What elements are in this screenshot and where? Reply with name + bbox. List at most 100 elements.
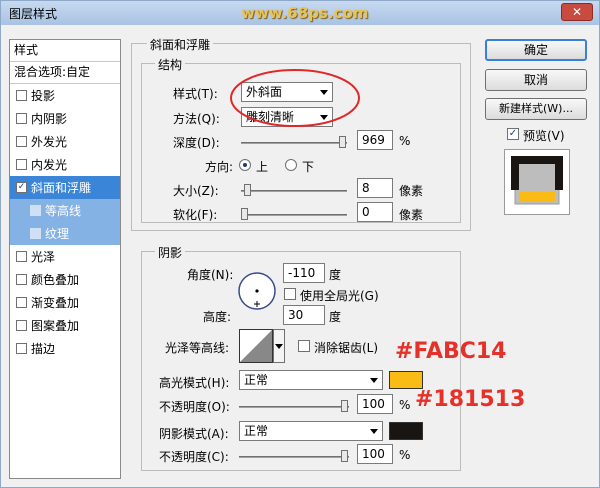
style-item[interactable]: 投影: [10, 84, 120, 107]
highlight-ellipse: [230, 69, 360, 127]
style-item-label: 投影: [31, 88, 56, 103]
antialias-checkbox[interactable]: [298, 340, 310, 352]
gloss-contour-preview[interactable]: [239, 329, 273, 363]
slider-thumb[interactable]: [341, 400, 348, 412]
style-item[interactable]: 外发光: [10, 130, 120, 153]
technique-label: 方法(Q):: [173, 112, 220, 126]
depth-input[interactable]: 969: [357, 130, 393, 150]
style-item-label: 斜面和浮雕: [31, 180, 92, 195]
style-item-label: 描边: [31, 341, 56, 356]
global-light-label: 使用全局光(G): [300, 289, 379, 303]
shadow-opacity-slider[interactable]: [239, 450, 349, 462]
style-item[interactable]: 渐变叠加: [10, 291, 120, 314]
direction-up-radio[interactable]: [239, 159, 251, 171]
depth-unit: %: [399, 134, 411, 148]
direction-down-radio[interactable]: [285, 159, 297, 171]
highlight-opacity-slider[interactable]: [239, 400, 349, 412]
style-item-checkbox[interactable]: [16, 343, 27, 354]
style-item-checkbox[interactable]: [16, 113, 27, 124]
slider-thumb[interactable]: [241, 208, 248, 220]
soften-input[interactable]: 0: [357, 202, 393, 222]
styles-header[interactable]: 样式: [10, 40, 120, 62]
soften-label: 软化(F):: [173, 208, 218, 222]
preview-checkbox[interactable]: ✓: [507, 128, 519, 140]
highlight-mode-label: 高光模式(H):: [159, 376, 230, 390]
style-item[interactable]: 纹理: [10, 222, 120, 245]
style-item-label: 颜色叠加: [31, 272, 80, 287]
style-preview-box: [504, 149, 570, 215]
highlight-mode-dropdown[interactable]: 正常: [239, 370, 383, 390]
style-item[interactable]: 颜色叠加: [10, 268, 120, 291]
preview-label: 预览(V): [523, 129, 565, 143]
altitude-label: 高度:: [203, 310, 232, 324]
blending-options-item[interactable]: 混合选项:自定: [10, 62, 120, 84]
angle-label: 角度(N):: [187, 268, 234, 282]
direction-down-label: 下: [302, 160, 315, 174]
style-item-checkbox[interactable]: [16, 251, 27, 262]
new-style-button[interactable]: 新建样式(W)...: [485, 98, 587, 120]
slider-thumb[interactable]: [341, 450, 348, 462]
slider-thumb[interactable]: [243, 184, 251, 196]
direction-up-label: 上: [256, 160, 269, 174]
gloss-contour-label: 光泽等高线:: [165, 341, 230, 355]
size-input[interactable]: 8: [357, 178, 393, 198]
ok-button[interactable]: 确定: [485, 39, 587, 61]
highlight-mode-value: 正常: [244, 373, 269, 387]
soften-slider[interactable]: [241, 208, 347, 220]
highlight-opacity-input[interactable]: 100: [357, 394, 393, 414]
style-item-label: 等高线: [45, 203, 82, 218]
cancel-button[interactable]: 取消: [485, 69, 587, 91]
style-preview-thumbnail: [511, 156, 563, 205]
bevel-emboss-title: 斜面和浮雕: [147, 36, 214, 53]
angle-dial[interactable]: [237, 271, 277, 311]
size-label: 大小(Z):: [173, 184, 219, 198]
close-button[interactable]: ✕: [561, 3, 593, 21]
global-light-checkbox[interactable]: [284, 288, 296, 300]
style-item-checkbox[interactable]: [16, 136, 27, 147]
shadow-mode-dropdown[interactable]: 正常: [239, 421, 383, 441]
window-title: 图层样式: [9, 7, 58, 21]
shadow-mode-value: 正常: [244, 424, 269, 438]
style-item-label: 内阴影: [31, 111, 68, 126]
highlight-opacity-label: 不透明度(O):: [159, 400, 230, 414]
size-slider[interactable]: [241, 184, 347, 196]
watermark-text: www.68ps.com: [241, 4, 369, 22]
chevron-down-icon: [370, 378, 378, 383]
style-item-checkbox[interactable]: [16, 274, 27, 285]
style-item[interactable]: 等高线: [10, 199, 120, 222]
gloss-contour-dropdown[interactable]: [273, 329, 285, 363]
style-item-checkbox[interactable]: [30, 228, 41, 239]
style-item-label: 渐变叠加: [31, 295, 80, 310]
altitude-input[interactable]: 30: [283, 305, 325, 325]
shadow-opacity-input[interactable]: 100: [357, 444, 393, 464]
depth-slider[interactable]: [241, 136, 347, 148]
style-item[interactable]: 内发光: [10, 153, 120, 176]
altitude-unit: 度: [329, 310, 342, 324]
direction-label: 方向:: [205, 160, 234, 174]
style-item[interactable]: 光泽: [10, 245, 120, 268]
style-item-checkbox[interactable]: [16, 320, 27, 331]
size-unit: 像素: [399, 184, 424, 198]
style-label: 样式(T):: [173, 87, 218, 101]
shadow-color-swatch[interactable]: [389, 422, 423, 440]
highlight-opacity-unit: %: [399, 398, 411, 412]
style-item-checkbox[interactable]: [16, 159, 27, 170]
style-item[interactable]: 图案叠加: [10, 314, 120, 337]
styles-list: 样式 混合选项:自定 投影内阴影外发光内发光 ✓ 斜面和浮雕等高线纹理光泽颜色叠加渐…: [9, 39, 121, 479]
style-item-checkbox[interactable]: [16, 297, 27, 308]
style-item-checkbox[interactable]: [16, 90, 27, 101]
layer-style-dialog: 图层样式 www.68ps.com ✕ 样式 混合选项:自定 投影内阴影外发光内…: [0, 0, 600, 488]
shading-title: 阴影: [155, 244, 186, 261]
shadow-opacity-label: 不透明度(C):: [159, 450, 229, 464]
style-item-checkbox[interactable]: [30, 205, 41, 216]
angle-input[interactable]: -110: [283, 263, 325, 283]
structure-title: 结构: [155, 56, 186, 73]
chevron-down-icon: [275, 344, 283, 349]
slider-thumb[interactable]: [339, 136, 346, 148]
style-item-label: 外发光: [31, 134, 68, 149]
style-item[interactable]: ✓ 斜面和浮雕: [10, 176, 120, 199]
style-item-checkbox[interactable]: ✓: [16, 182, 27, 193]
style-item[interactable]: 内阴影: [10, 107, 120, 130]
style-item-label: 纹理: [45, 226, 70, 241]
style-item[interactable]: 描边: [10, 337, 120, 360]
